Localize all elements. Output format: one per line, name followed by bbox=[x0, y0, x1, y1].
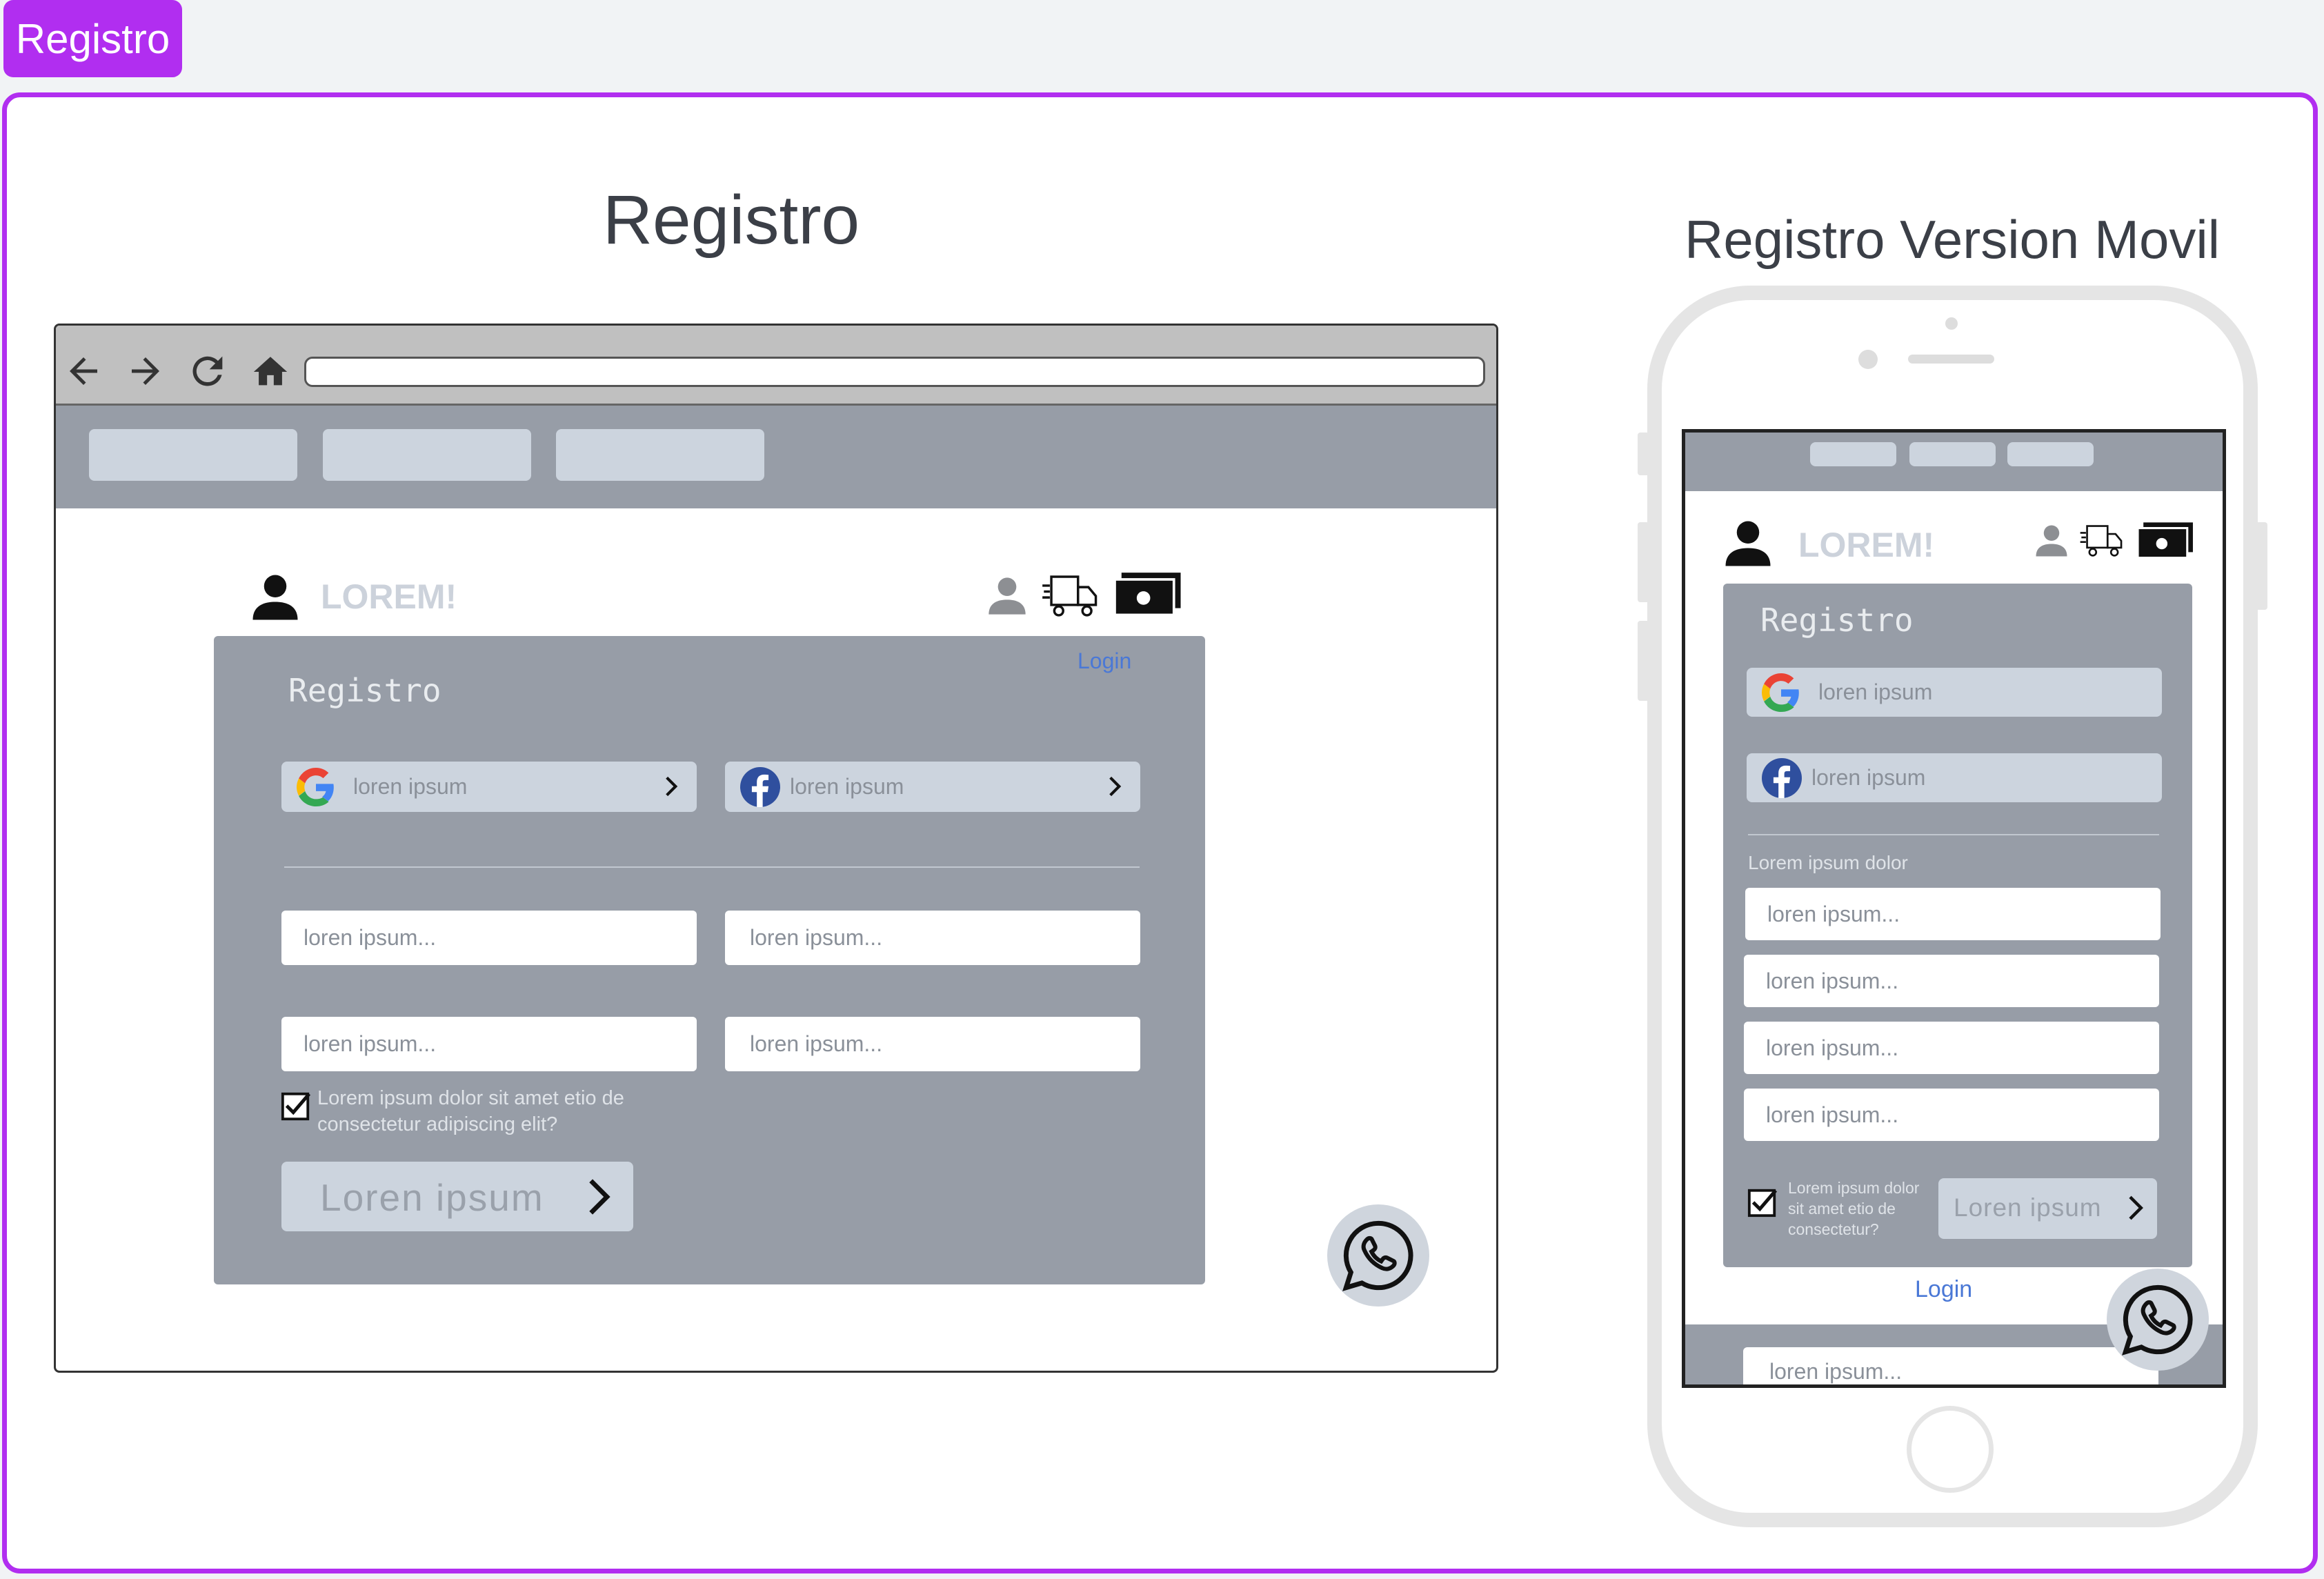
facebook-button-label: loren ipsum bbox=[790, 774, 904, 799]
desktop-heading: Registro bbox=[602, 181, 860, 259]
mobile-facebook-signin-button[interactable]: loren ipsum bbox=[1747, 753, 2162, 802]
phone-home-button[interactable] bbox=[1907, 1406, 1994, 1493]
chevron-right-icon bbox=[2129, 1195, 2143, 1220]
google-signin-button[interactable]: loren ipsum bbox=[281, 762, 697, 812]
login-link[interactable]: Login bbox=[1077, 648, 1131, 674]
phone-side-button bbox=[1638, 433, 1649, 475]
submit-button[interactable]: Loren ipsum bbox=[281, 1162, 633, 1231]
account-icon[interactable] bbox=[985, 574, 1029, 618]
nav-item-1[interactable] bbox=[89, 429, 297, 481]
chevron-right-icon bbox=[1109, 776, 1122, 797]
mobile-register-field-4[interactable]: loren ipsum... bbox=[1744, 1089, 2159, 1141]
phone-power-button bbox=[2256, 522, 2267, 610]
back-icon[interactable] bbox=[63, 350, 104, 392]
register-field-2[interactable]: loren ipsum... bbox=[725, 911, 1140, 965]
mobile-nav-item-2[interactable] bbox=[1909, 442, 1996, 466]
terms-checkbox[interactable] bbox=[280, 1090, 312, 1122]
phone-speaker bbox=[1908, 355, 1994, 364]
mobile-register-field-2[interactable]: loren ipsum... bbox=[1744, 955, 2159, 1007]
mobile-whatsapp-button[interactable] bbox=[2107, 1269, 2209, 1371]
mobile-form-title: Registro bbox=[1760, 602, 1914, 639]
chevron-right-icon bbox=[666, 776, 678, 797]
google-icon bbox=[1762, 673, 1799, 712]
terms-text: Lorem ipsum dolor sit amet etio de conse… bbox=[317, 1087, 624, 1135]
form-title: Registro bbox=[288, 672, 441, 709]
register-panel: Registro Login loren ipsum loren ipsum l… bbox=[214, 636, 1205, 1284]
mobile-register-panel: Registro loren ipsum loren ipsum Lorem i… bbox=[1723, 584, 2192, 1267]
submit-button-label: Loren ipsum bbox=[320, 1176, 544, 1219]
whatsapp-icon bbox=[2122, 1284, 2193, 1355]
chevron-right-icon bbox=[589, 1179, 610, 1215]
phone-volume-up bbox=[1638, 522, 1649, 602]
google-button-label: loren ipsum bbox=[353, 774, 468, 799]
nav-item-2[interactable] bbox=[323, 429, 531, 481]
divider bbox=[284, 866, 1140, 868]
phone-sensor bbox=[1945, 317, 1958, 330]
facebook-icon bbox=[740, 766, 780, 807]
home-icon[interactable] bbox=[250, 352, 290, 392]
payment-icon[interactable] bbox=[2138, 522, 2194, 559]
board-tag-label: Registro bbox=[15, 15, 170, 62]
mobile-terms-checkbox[interactable] bbox=[1747, 1186, 1778, 1218]
mobile-facebook-button-label: loren ipsum bbox=[1811, 765, 1926, 790]
board-tag[interactable]: Registro bbox=[3, 0, 182, 77]
mobile-register-field-1[interactable]: loren ipsum... bbox=[1745, 888, 2161, 940]
phone-camera bbox=[1858, 350, 1878, 369]
delivery-truck-icon[interactable] bbox=[2079, 521, 2125, 561]
mobile-login-link[interactable]: Login bbox=[1915, 1276, 1972, 1303]
register-field-3[interactable]: loren ipsum... bbox=[281, 1017, 697, 1071]
payment-icon[interactable] bbox=[1115, 573, 1182, 617]
mobile-brand-logo-text: LOREM! bbox=[1798, 526, 1935, 564]
register-field-1[interactable]: loren ipsum... bbox=[281, 911, 697, 965]
mobile-submit-button-label: Loren ipsum bbox=[1954, 1193, 2102, 1222]
mobile-submit-button[interactable]: Loren ipsum bbox=[1938, 1178, 2157, 1239]
mobile-google-button-label: loren ipsum bbox=[1818, 679, 1933, 704]
facebook-icon bbox=[1762, 757, 1802, 798]
mobile-nav bbox=[1685, 433, 2223, 491]
divider bbox=[1748, 834, 2159, 835]
mobile-nav-item-3[interactable] bbox=[2007, 442, 2094, 466]
reload-icon[interactable] bbox=[186, 349, 230, 393]
facebook-signin-button[interactable]: loren ipsum bbox=[725, 762, 1140, 812]
mobile-heading: Registro Version Movil bbox=[1685, 209, 2220, 270]
account-icon[interactable] bbox=[2033, 522, 2070, 559]
whatsapp-icon bbox=[1342, 1220, 1413, 1291]
user-icon[interactable] bbox=[1721, 517, 1775, 570]
user-icon[interactable] bbox=[248, 570, 302, 624]
mobile-register-field-3[interactable]: loren ipsum... bbox=[1744, 1022, 2159, 1074]
mobile-footer-field[interactable]: loren ipsum... bbox=[1743, 1347, 2158, 1384]
phone-volume-down bbox=[1638, 621, 1649, 701]
nav-item-3[interactable] bbox=[556, 429, 764, 481]
mobile-section-label: Lorem ipsum dolor bbox=[1748, 852, 1908, 873]
forward-icon[interactable] bbox=[125, 350, 166, 392]
phone-screen: LOREM! Registro loren ipsum loren ipsum … bbox=[1682, 429, 2226, 1388]
whatsapp-button[interactable] bbox=[1327, 1204, 1429, 1307]
browser-window: LOREM! Registro Login loren ipsum loren … bbox=[54, 324, 1498, 1373]
mobile-google-signin-button[interactable]: loren ipsum bbox=[1747, 668, 2162, 717]
top-nav bbox=[56, 406, 1496, 508]
mobile-nav-item-1[interactable] bbox=[1810, 442, 1896, 466]
brand-logo-text: LOREM! bbox=[321, 577, 457, 616]
register-field-4[interactable]: loren ipsum... bbox=[725, 1017, 1140, 1071]
address-bar[interactable] bbox=[304, 357, 1485, 387]
mobile-terms-text: Lorem ipsum dolor sit amet etio de conse… bbox=[1788, 1179, 1920, 1238]
delivery-truck-icon[interactable] bbox=[1041, 572, 1100, 620]
google-icon bbox=[297, 767, 334, 806]
browser-toolbar bbox=[56, 326, 1496, 406]
